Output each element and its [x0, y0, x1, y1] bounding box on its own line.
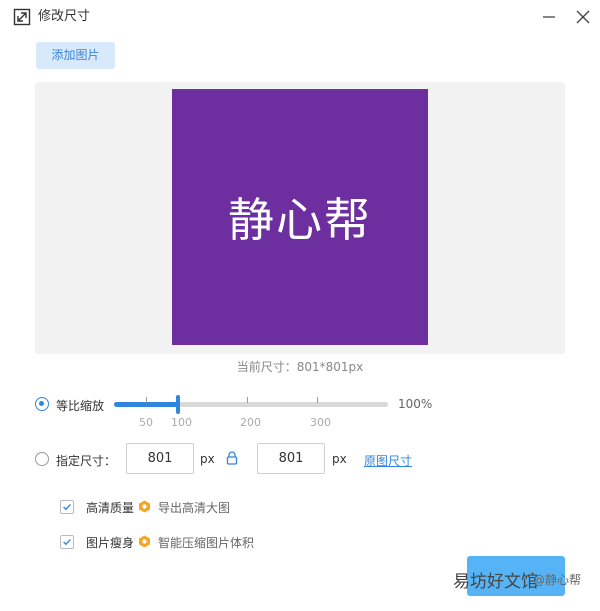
preview-image: 静心帮: [172, 89, 428, 345]
proportional-radio[interactable]: [35, 397, 49, 411]
slim-image-label: 图片瘦身: [86, 536, 135, 550]
compress-badge-icon: [139, 535, 150, 548]
lock-ratio-icon[interactable]: [226, 451, 238, 465]
hd-badge-icon: [139, 500, 150, 513]
watermark-subtext: @静心帮: [533, 573, 582, 587]
slider-tick-label: 300: [310, 416, 331, 429]
slider-tick-label: 50: [139, 416, 153, 429]
slider-tick: [247, 397, 248, 403]
proportional-label: 等比缩放: [56, 399, 105, 413]
window-title: 修改尺寸: [38, 9, 91, 24]
slim-image-checkbox[interactable]: [60, 535, 74, 549]
checkmark-icon: [63, 538, 71, 546]
close-icon[interactable]: [572, 6, 594, 28]
preview-image-text: 静心帮: [228, 193, 372, 247]
checkmark-icon: [63, 503, 71, 511]
slider-tick-label: 100: [171, 416, 192, 429]
height-unit: px: [332, 452, 347, 466]
high-quality-checkbox[interactable]: [60, 500, 74, 514]
width-unit: px: [200, 452, 215, 466]
width-input[interactable]: [126, 443, 194, 474]
specified-size-radio[interactable]: [35, 452, 49, 466]
image-preview-area: 静心帮: [35, 82, 565, 354]
original-size-link[interactable]: 原图尺寸: [364, 452, 412, 469]
slider-tick: [317, 397, 318, 403]
slider-tick: [146, 397, 147, 403]
specified-size-label: 指定尺寸：: [56, 454, 117, 468]
current-size-text: 当前尺寸：801*801px: [236, 360, 364, 374]
height-input[interactable]: [257, 443, 325, 474]
scale-value-label: 100%: [398, 397, 433, 411]
resize-icon: [13, 8, 31, 26]
watermark-text: 易坊好文馆: [453, 572, 538, 592]
minimize-icon[interactable]: [538, 6, 560, 28]
slim-image-hint: 智能压缩图片体积: [158, 536, 255, 550]
add-image-button[interactable]: 添加图片: [36, 42, 115, 69]
scale-slider-handle[interactable]: [176, 395, 180, 414]
slider-tick-label: 200: [240, 416, 261, 429]
high-quality-label: 高清质量: [86, 501, 135, 515]
title-bar: 修改尺寸: [0, 0, 600, 34]
high-quality-hint: 导出高清大图: [158, 501, 231, 515]
scale-slider-track[interactable]: [114, 395, 388, 414]
